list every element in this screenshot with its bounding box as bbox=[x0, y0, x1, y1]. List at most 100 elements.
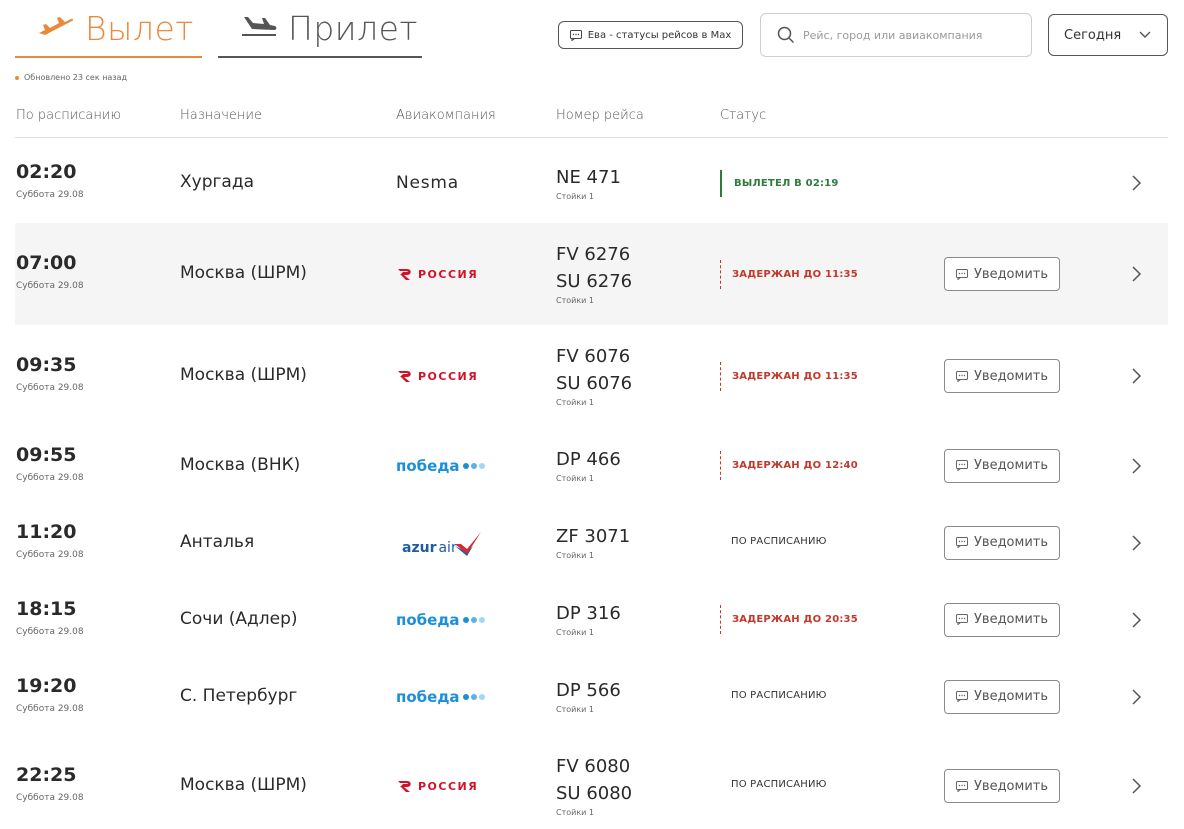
rossiya-emblem-icon bbox=[398, 269, 411, 280]
pobeda-logo: победа bbox=[396, 611, 485, 629]
notify-button[interactable]: Уведомить bbox=[944, 602, 1060, 637]
tab-departures-label: Вылет bbox=[85, 8, 194, 48]
flight-status: ПО РАСПИСАНИЮ bbox=[731, 535, 827, 547]
flight-row[interactable]: 18:15 Суббота 29.08 Сочи (Адлер) победа DP 3… bbox=[15, 581, 1168, 658]
column-header-destination: Назначение bbox=[180, 108, 262, 123]
chevron-right-icon[interactable] bbox=[1129, 688, 1143, 705]
notify-button[interactable]: Уведомить bbox=[944, 525, 1060, 560]
flight-number: FV 6080 bbox=[556, 756, 631, 777]
flight-status: ПО РАСПИСАНИЮ bbox=[731, 689, 827, 701]
search-box[interactable] bbox=[760, 13, 1032, 57]
check-in-counters: Стойки 1 bbox=[556, 398, 595, 407]
status-dot-icon bbox=[15, 75, 19, 80]
search-input[interactable] bbox=[803, 28, 1023, 42]
eva-button-label: Ева - статусы рейсов в Max bbox=[587, 29, 732, 41]
dot-icon bbox=[470, 462, 477, 469]
column-header-flight: Номер рейса bbox=[556, 108, 644, 123]
dot-icon bbox=[470, 616, 477, 623]
flight-number: SU 6080 bbox=[556, 783, 633, 804]
airline-logo: РОССИЯ bbox=[396, 262, 478, 286]
flight-number: FV 6076 bbox=[556, 346, 631, 367]
notify-button-label: Уведомить bbox=[973, 778, 1048, 794]
airline-logo: победа bbox=[396, 608, 485, 632]
flight-number: SU 6076 bbox=[556, 373, 633, 394]
chat-icon bbox=[955, 370, 968, 382]
chat-icon bbox=[955, 268, 968, 280]
flight-number: DP 316 bbox=[556, 603, 621, 624]
check-in-counters: Стойки 1 bbox=[556, 628, 595, 637]
airline-name: Nesma bbox=[396, 173, 460, 193]
airline-logo: Nesma bbox=[396, 171, 459, 195]
chat-icon bbox=[955, 691, 968, 702]
departure-date: Суббота 29.08 bbox=[16, 549, 84, 560]
tab-arrivals[interactable]: Прилет bbox=[218, 0, 422, 58]
tab-departures[interactable]: Вылет bbox=[15, 0, 202, 58]
search-icon bbox=[777, 26, 795, 44]
flight-number: NE 471 bbox=[556, 166, 621, 188]
departure-time: 07:00 bbox=[16, 252, 77, 274]
notify-button[interactable]: Уведомить bbox=[944, 679, 1060, 714]
rossiya-logo: РОССИЯ bbox=[396, 267, 478, 281]
column-header-status: Статус bbox=[720, 108, 767, 123]
tab-arrivals-label: Прилет bbox=[288, 8, 419, 48]
destination: Хургада bbox=[180, 172, 255, 192]
flight-row[interactable]: 02:20 Суббота 29.08 Хургада Nesma NE 471 Стой… bbox=[15, 143, 1168, 223]
date-select-value: Сегодня bbox=[1064, 27, 1122, 43]
column-header-scheduled: По расписанию bbox=[16, 108, 122, 123]
check-in-counters: Стойки 1 bbox=[556, 474, 595, 483]
chevron-right-icon[interactable] bbox=[1129, 534, 1143, 551]
destination: Москва (ШРМ) bbox=[180, 775, 307, 795]
destination: Анталья bbox=[180, 531, 255, 552]
eva-status-button[interactable]: Ева - статусы рейсов в Max bbox=[558, 21, 743, 49]
date-select[interactable]: Сегодня bbox=[1048, 14, 1168, 56]
flight-row[interactable]: 09:55 Суббота 29.08 Москва (ВНК) победа DP 4… bbox=[15, 427, 1168, 504]
check-in-counters: Стойки 1 bbox=[556, 551, 595, 560]
departure-time: 18:15 bbox=[16, 597, 77, 620]
chevron-right-icon[interactable] bbox=[1129, 266, 1143, 282]
chevron-right-icon[interactable] bbox=[1129, 611, 1143, 628]
notify-button[interactable]: Уведомить bbox=[944, 257, 1060, 291]
departure-time: 02:20 bbox=[16, 161, 77, 183]
flight-row[interactable]: 09:35 Суббота 29.08 Москва (ШРМ) РОССИЯ FV 6… bbox=[15, 325, 1168, 427]
flight-status: ПО РАСПИСАНИЮ bbox=[731, 779, 827, 790]
departure-date: Суббота 29.08 bbox=[16, 793, 84, 803]
dot-icon bbox=[470, 693, 477, 700]
chevron-right-icon[interactable] bbox=[1129, 778, 1143, 794]
airline-logo: победа bbox=[396, 685, 485, 709]
destination: Сочи (Адлер) bbox=[180, 608, 298, 629]
rossiya-logo: РОССИЯ bbox=[396, 779, 478, 793]
departure-date: Суббота 29.08 bbox=[16, 383, 84, 393]
flight-row[interactable]: 22:25 Суббота 29.08 Москва (ШРМ) РОССИЯ FV 6… bbox=[15, 735, 1168, 829]
chevron-right-icon[interactable] bbox=[1129, 457, 1143, 474]
airline-logo: azur air bbox=[396, 531, 483, 556]
notify-button[interactable]: Уведомить bbox=[944, 359, 1060, 393]
flight-row[interactable]: 11:20 Суббота 29.08 Анталья azur air ZF 3071 С… bbox=[15, 504, 1168, 581]
chevron-right-icon[interactable] bbox=[1129, 175, 1143, 191]
airline-logo: РОССИЯ bbox=[396, 364, 478, 388]
flight-status: ЗАДЕРЖАН ДО 11:35 bbox=[720, 361, 858, 391]
destination: Москва (ВНК) bbox=[180, 454, 301, 475]
destination: Москва (ШРМ) bbox=[180, 365, 307, 385]
flight-row[interactable]: 19:20 Суббота 29.08 С. Петербург победа DP 5… bbox=[15, 658, 1168, 735]
chevron-right-icon[interactable] bbox=[1129, 368, 1143, 384]
flight-number: SU 6276 bbox=[556, 271, 633, 292]
destination: С. Петербург bbox=[180, 685, 298, 706]
dot-icon bbox=[478, 462, 485, 469]
notify-button[interactable]: Уведомить bbox=[944, 769, 1060, 803]
flight-row[interactable]: 07:00 Суббота 29.08 Москва (ШРМ) РОССИЯ FV 6… bbox=[15, 223, 1168, 325]
notify-button[interactable]: Уведомить bbox=[944, 448, 1060, 483]
pobeda-wordmark: победа bbox=[396, 456, 460, 475]
dot-icon bbox=[478, 693, 485, 700]
update-status: Обновлено 23 сек назад bbox=[15, 73, 127, 82]
pobeda-logo: победа bbox=[396, 457, 485, 475]
airline-logo: РОССИЯ bbox=[396, 774, 478, 798]
flight-number: DP 566 bbox=[556, 680, 621, 701]
flight-status: ВЫЛЕТЕЛ В 02:19 bbox=[720, 169, 839, 197]
notify-button-label: Уведомить bbox=[973, 458, 1048, 473]
notify-button-label: Уведомить bbox=[973, 368, 1048, 384]
airline-logo: победа bbox=[396, 454, 485, 478]
pobeda-dots-icon bbox=[462, 616, 485, 623]
column-header-airline: Авиакомпания bbox=[396, 108, 496, 123]
departure-date: Суббота 29.08 bbox=[16, 703, 84, 714]
rossiya-emblem-icon bbox=[398, 371, 411, 382]
